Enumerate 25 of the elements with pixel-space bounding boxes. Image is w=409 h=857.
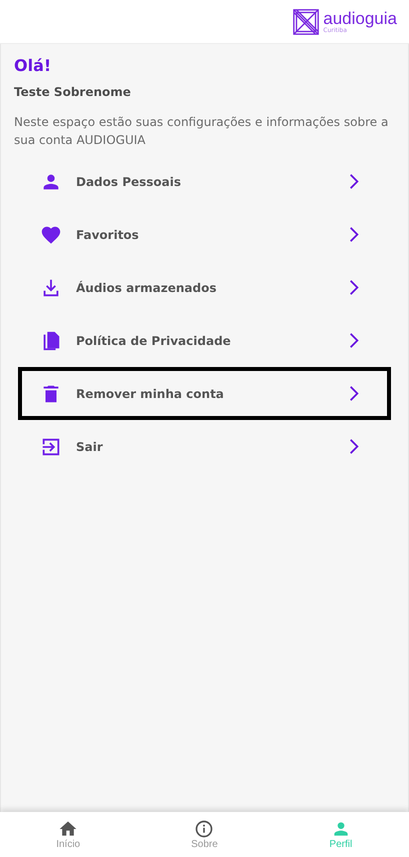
user-name: Teste Sobrenome bbox=[14, 85, 132, 99]
menu-item[interactable]: Favoritos bbox=[18, 208, 391, 261]
chevron-icon bbox=[349, 226, 359, 243]
chevron-icon bbox=[349, 438, 359, 455]
chevron-icon bbox=[349, 385, 359, 402]
chevron-icon bbox=[349, 279, 359, 296]
menu-item[interactable]: Sair bbox=[18, 420, 391, 473]
menu-label: Política de Privacidade bbox=[76, 334, 232, 348]
menu-item[interactable]: Política de Privacidade bbox=[18, 314, 391, 367]
menu-label: Favoritos bbox=[76, 228, 140, 242]
menu-label: Sair bbox=[76, 440, 104, 454]
tab-label: Perfil bbox=[329, 839, 352, 850]
menu-item[interactable]: Remover minha conta bbox=[18, 367, 391, 420]
menu-label: Dados Pessoais bbox=[76, 174, 182, 188]
tab-label: Sobre bbox=[191, 839, 218, 850]
chevron-icon bbox=[349, 173, 359, 190]
greeting: Olá! bbox=[14, 56, 52, 75]
menu-label: Áudios armazenados bbox=[76, 280, 218, 294]
tab-label: Início bbox=[56, 839, 80, 850]
menu-item[interactable]: Dados Pessoais bbox=[18, 155, 391, 208]
info-icon bbox=[194, 819, 214, 839]
chevron-icon bbox=[349, 332, 359, 349]
description: Neste espaço estão suas configurações e informações sobre a sua conta AUDIOGUIA bbox=[14, 114, 390, 149]
menu-label: Remover minha conta bbox=[76, 386, 225, 400]
menu-item[interactable]: Áudios armazenados bbox=[18, 261, 391, 314]
